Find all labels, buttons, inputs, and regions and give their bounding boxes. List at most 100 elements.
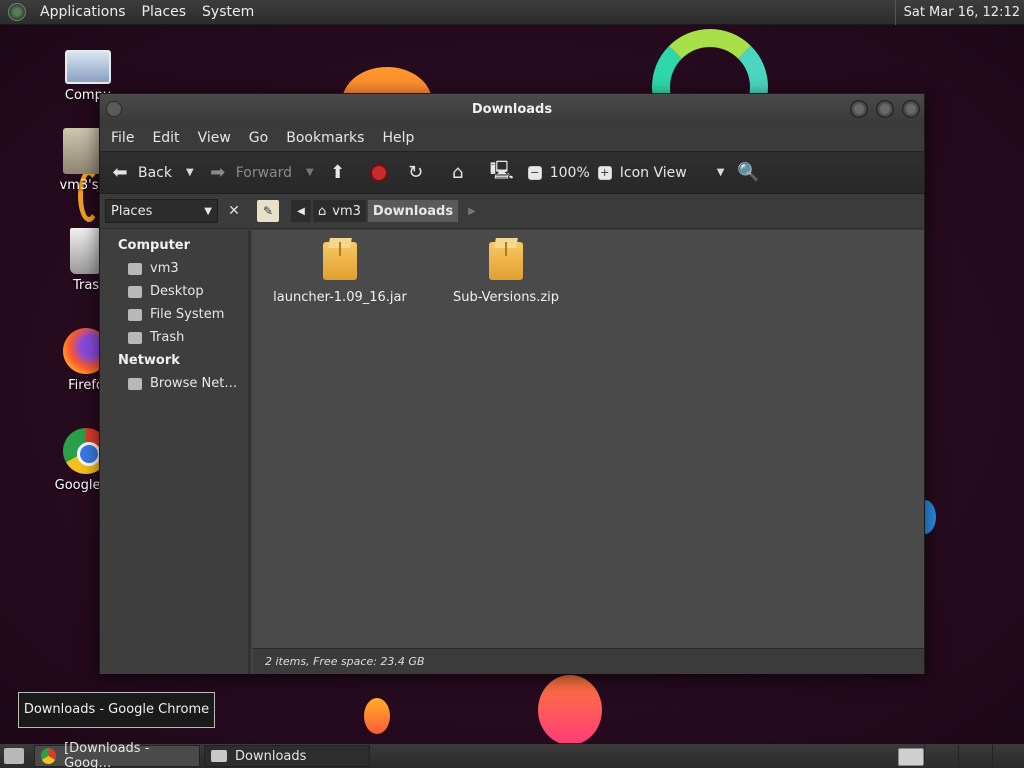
sidebar-item-vm3[interactable]: vm3 <box>100 257 248 280</box>
sidebar-item-label: Desktop <box>150 284 204 299</box>
forward-history-dropdown[interactable]: ▼ <box>306 167 314 178</box>
menu-go[interactable]: Go <box>240 130 277 146</box>
toolbar: ⬅ Back ▼ ➡ Forward ▼ ⬆ ↻ ⌂ 🖳 − 100% + Ic… <box>100 151 924 194</box>
home-button[interactable]: ⌂ <box>446 161 476 185</box>
trash-icon <box>128 331 142 344</box>
stop-icon <box>369 163 388 182</box>
minimize-button[interactable] <box>850 100 868 118</box>
computer-icon: 🖳 <box>489 159 514 181</box>
back-arrow-icon: ⬅ <box>112 162 128 183</box>
top-panel: Applications Places System Sat Mar 16, 1… <box>0 0 1024 25</box>
view-mode-label[interactable]: Icon View <box>620 165 687 181</box>
package-icon <box>323 242 357 280</box>
bottom-panel: [Downloads - Goog… Downloads <box>0 741 1024 768</box>
menu-view[interactable]: View <box>189 130 240 146</box>
workspace-2[interactable] <box>958 745 992 767</box>
forward-arrow-icon: ➡ <box>210 162 226 183</box>
zoom-level: 100% <box>549 164 590 181</box>
distro-logo-icon[interactable] <box>8 3 26 21</box>
clock[interactable]: Sat Mar 16, 12:12 <box>894 0 1020 25</box>
location-bar: Places ▼ ✕ ✎ ◀ ⌂ vm3 Downloads ▶ <box>100 194 924 229</box>
home-folder-icon: ⌂ <box>318 203 327 219</box>
background-shape <box>538 675 602 743</box>
sidebar-pane-select[interactable]: Places ▼ <box>105 199 218 223</box>
sidebar-item-label: File System <box>150 307 225 322</box>
reload-button[interactable]: ↻ <box>404 161 434 185</box>
home-folder-icon: ⌂ <box>452 162 464 183</box>
network-icon <box>128 377 142 390</box>
up-arrow-icon: ⬆ <box>330 162 346 183</box>
menu-edit[interactable]: Edit <box>143 130 188 146</box>
sidebar-heading-computer: Computer <box>118 238 191 253</box>
sidebar-item-desktop[interactable]: Desktop <box>100 280 248 303</box>
file-item[interactable]: Sub-Versions.zip <box>431 242 581 305</box>
breadcrumb-left-arrow[interactable]: ◀ <box>291 200 311 222</box>
taskbar-tooltip: Downloads - Google Chrome <box>18 692 215 728</box>
workspace-switcher-icon[interactable] <box>898 748 924 766</box>
menu-help[interactable]: Help <box>373 130 423 146</box>
trash-icon <box>70 228 102 274</box>
background-shape <box>364 698 390 734</box>
breadcrumb-home[interactable]: ⌂ vm3 <box>313 200 366 222</box>
sidebar-item-label: vm3 <box>150 261 179 276</box>
file-manager-window: Downloads File Edit View Go Bookmarks He… <box>99 93 925 674</box>
window-titlebar[interactable]: Downloads <box>100 94 924 125</box>
menu-bookmarks[interactable]: Bookmarks <box>277 130 373 146</box>
close-button[interactable] <box>902 100 920 118</box>
breadcrumb-label: vm3 <box>332 203 361 219</box>
forward-button[interactable]: ➡ Forward <box>206 161 292 185</box>
up-button[interactable]: ⬆ <box>326 161 356 185</box>
workspace-1[interactable] <box>924 745 958 767</box>
sidebar-item-label: Trash <box>150 330 185 345</box>
drive-icon <box>128 308 142 321</box>
file-name: Sub-Versions.zip <box>452 290 560 305</box>
sidebar-heading-network: Network <box>118 353 180 368</box>
stop-button[interactable] <box>369 163 388 182</box>
back-history-dropdown[interactable]: ▼ <box>186 167 194 178</box>
maximize-button[interactable] <box>876 100 894 118</box>
taskbar-item-label: [Downloads - Goog… <box>64 741 150 768</box>
search-button[interactable]: 🔍 <box>736 161 766 185</box>
file-item[interactable]: launcher-1.09_16.jar <box>265 242 415 305</box>
window-menu-icon[interactable] <box>106 101 122 117</box>
home-folder-icon <box>128 262 142 275</box>
sidebar-item-label: Browse Net… <box>150 376 238 391</box>
taskbar-item-label: Downloads <box>235 748 307 764</box>
taskbar-item-downloads[interactable]: Downloads <box>204 745 370 767</box>
computer-button[interactable]: 🖳 <box>489 159 520 185</box>
sidebar-item-file-system[interactable]: File System <box>100 303 248 326</box>
show-desktop-icon[interactable] <box>4 748 24 764</box>
system-menu[interactable]: System <box>194 0 262 25</box>
desktop-icon <box>128 285 142 298</box>
folder-icon <box>211 750 227 762</box>
chevron-down-icon: ▼ <box>204 205 212 217</box>
reload-icon: ↻ <box>408 162 424 183</box>
status-bar: 2 items, Free space: 23.4 GB <box>253 648 924 674</box>
file-view[interactable]: launcher-1.09_16.jar Sub-Versions.zip 2 … <box>251 230 924 674</box>
places-menu[interactable]: Places <box>134 0 195 25</box>
zoom-in-button[interactable]: + <box>597 165 612 180</box>
taskbar-item-chrome[interactable]: [Downloads - Goog… <box>34 741 200 768</box>
window-title: Downloads <box>471 102 553 117</box>
computer-icon <box>65 50 111 84</box>
back-button[interactable]: ⬅ Back <box>108 161 172 185</box>
sidebar-pane-label: Places <box>111 203 153 219</box>
close-sidebar-button[interactable]: ✕ <box>223 200 245 222</box>
forward-label: Forward <box>235 164 293 181</box>
breadcrumb-right-arrow[interactable]: ▶ <box>468 206 476 217</box>
menubar: File Edit View Go Bookmarks Help <box>100 125 924 151</box>
file-name: launcher-1.09_16.jar <box>273 290 407 305</box>
sidebar-item-trash[interactable]: Trash <box>100 326 248 349</box>
package-icon <box>489 242 523 280</box>
menu-file[interactable]: File <box>102 130 143 146</box>
sidebar-item-browse-network[interactable]: Browse Net… <box>100 372 248 395</box>
edit-location-button[interactable]: ✎ <box>257 200 279 222</box>
view-mode-dropdown[interactable]: ▼ <box>717 167 725 178</box>
breadcrumb-current[interactable]: Downloads <box>367 200 459 222</box>
search-icon: 🔍 <box>737 162 760 183</box>
zoom-out-button[interactable]: − <box>527 165 542 180</box>
places-sidebar: Computer vm3 Desktop File System Trash N… <box>100 230 251 674</box>
applications-menu[interactable]: Applications <box>32 0 134 25</box>
workspace-3[interactable] <box>992 745 1024 767</box>
content-area: Computer vm3 Desktop File System Trash N… <box>100 230 924 674</box>
